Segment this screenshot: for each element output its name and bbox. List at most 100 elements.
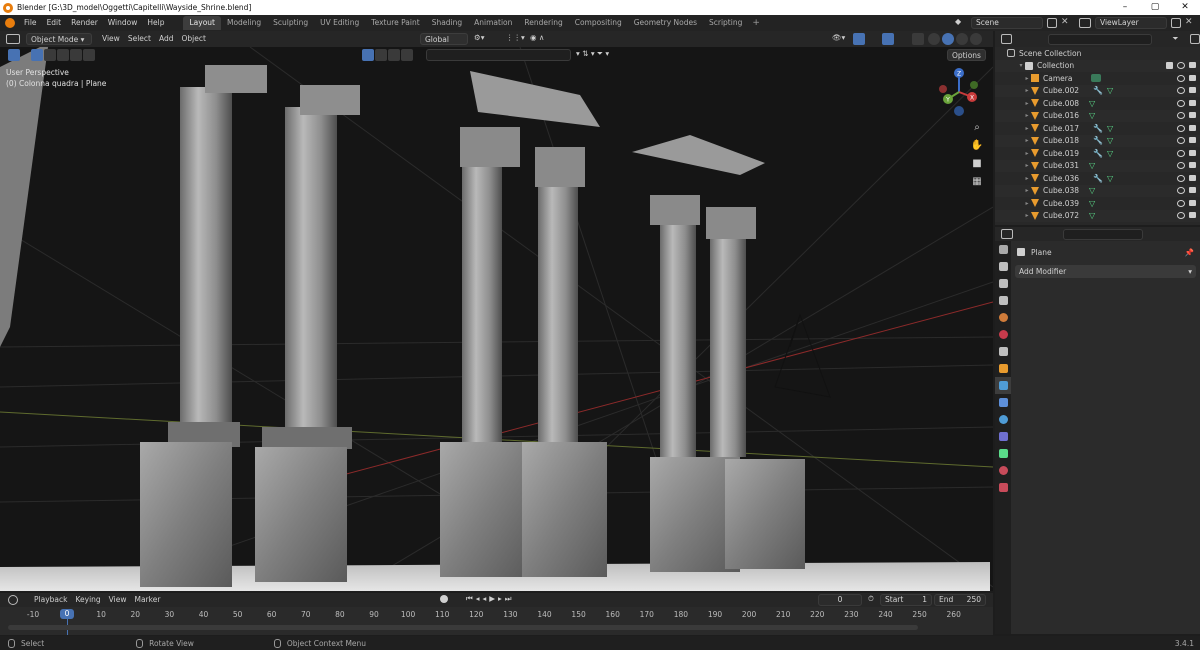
- render-camera-icon[interactable]: [1189, 174, 1196, 181]
- outliner-row[interactable]: ▸ Cube.031 ▽: [995, 159, 1200, 172]
- record-icon[interactable]: [440, 595, 448, 603]
- tab-object[interactable]: [995, 360, 1011, 377]
- render-camera-icon[interactable]: [1189, 162, 1196, 169]
- menu-edit[interactable]: Edit: [42, 15, 67, 31]
- viewport-search-input[interactable]: [426, 49, 571, 61]
- tab-modeling[interactable]: Modeling: [221, 16, 267, 30]
- tab-particles[interactable]: [995, 394, 1011, 411]
- outliner-row[interactable]: ▸ Cube.017 🔧 ▽: [995, 122, 1200, 135]
- tab-physics[interactable]: [995, 411, 1011, 428]
- transform-locations-icon[interactable]: [401, 49, 413, 61]
- eye-icon[interactable]: [1177, 62, 1185, 70]
- orientation-dropdown[interactable]: Global: [420, 33, 468, 45]
- mesh-data-icon[interactable]: ▽: [1107, 136, 1113, 145]
- proportional-edit-icon[interactable]: ◉ ∧: [530, 33, 544, 42]
- mesh-data-icon[interactable]: ▽: [1089, 199, 1095, 208]
- delete-scene-icon[interactable]: ✕: [1061, 17, 1069, 27]
- eye-icon[interactable]: [1177, 74, 1185, 82]
- viewlayer-field[interactable]: ViewLayer: [1095, 17, 1167, 29]
- render-camera-icon[interactable]: [1189, 124, 1196, 131]
- new-collection-icon[interactable]: [1190, 34, 1200, 44]
- transform-origins-icon[interactable]: [375, 49, 387, 61]
- navigation-gizmo[interactable]: Z X Y: [934, 67, 984, 117]
- shading-material-icon[interactable]: [956, 33, 968, 45]
- tab-material[interactable]: [995, 462, 1011, 479]
- tab-world[interactable]: [995, 326, 1011, 343]
- outliner-row[interactable]: ▸ Cube.002 🔧 ▽: [995, 84, 1200, 97]
- properties-editor-icon[interactable]: [1001, 229, 1013, 239]
- xray-toggle-icon[interactable]: [912, 33, 924, 45]
- tab-render[interactable]: [995, 258, 1011, 275]
- gizmo-toggle-icon[interactable]: [853, 33, 865, 45]
- tab-uv-editing[interactable]: UV Editing: [314, 16, 365, 30]
- mesh-data-icon[interactable]: ▽: [1107, 149, 1113, 158]
- minimize-button[interactable]: –: [1110, 0, 1140, 15]
- mesh-data-icon[interactable]: ▽: [1089, 211, 1095, 220]
- outliner-scene-collection[interactable]: Scene Collection: [995, 47, 1200, 60]
- timeline-editor-icon[interactable]: [8, 595, 18, 605]
- outliner-collection[interactable]: ▾ Collection: [995, 59, 1200, 72]
- eye-icon[interactable]: [1177, 99, 1185, 107]
- tab-modifiers[interactable]: [995, 377, 1011, 394]
- timeline[interactable]: -10 0 10 20 30 40 50 60 70 80 90 100 110 120 130 140 150…: [0, 607, 993, 635]
- eye-icon[interactable]: [1177, 87, 1185, 95]
- modifier-icon[interactable]: 🔧: [1093, 149, 1103, 158]
- tab-shading[interactable]: Shading: [426, 16, 468, 30]
- visibility-icon[interactable]: 👁▾: [832, 33, 845, 42]
- transform-affect-icon[interactable]: [362, 49, 374, 61]
- render-camera-icon[interactable]: [1189, 212, 1196, 219]
- menu-window[interactable]: Window: [103, 15, 143, 31]
- render-camera-icon[interactable]: [1189, 149, 1196, 156]
- blender-menu-icon[interactable]: [5, 18, 15, 28]
- select-extend-icon[interactable]: [44, 49, 56, 61]
- mesh-data-icon[interactable]: ▽: [1089, 99, 1095, 108]
- outliner-filter-icon[interactable]: ⏷: [1172, 34, 1178, 44]
- mode-dropdown[interactable]: Object Mode ▾: [26, 33, 92, 45]
- expand-icon[interactable]: ▸: [1023, 200, 1031, 207]
- render-camera-icon[interactable]: [1189, 62, 1196, 69]
- tab-constraints[interactable]: [995, 428, 1011, 445]
- tab-texture[interactable]: [995, 479, 1011, 496]
- tab-output[interactable]: [995, 275, 1011, 292]
- select-box-mode-icon[interactable]: [31, 49, 43, 61]
- clock-icon[interactable]: ⏱: [868, 594, 874, 604]
- render-camera-icon[interactable]: [1189, 112, 1196, 119]
- eye-icon[interactable]: [1177, 137, 1185, 145]
- eye-icon[interactable]: [1177, 187, 1185, 195]
- modifier-icon[interactable]: 🔧: [1093, 136, 1103, 145]
- eye-icon[interactable]: [1177, 149, 1185, 157]
- outliner-row[interactable]: ▸ Camera: [995, 72, 1200, 85]
- overlay-toggle-icon[interactable]: [882, 33, 894, 45]
- select-intersect-icon[interactable]: [83, 49, 95, 61]
- delete-viewlayer-icon[interactable]: ✕: [1185, 17, 1193, 27]
- menu-render[interactable]: Render: [66, 15, 103, 31]
- timeline-scrollbar[interactable]: [8, 625, 918, 630]
- select-subtract-icon[interactable]: [57, 49, 69, 61]
- menu-object[interactable]: Object: [177, 33, 209, 45]
- render-camera-icon[interactable]: [1189, 99, 1196, 106]
- expand-icon[interactable]: ▸: [1023, 187, 1031, 194]
- select-invert-icon[interactable]: [70, 49, 82, 61]
- mesh-data-icon[interactable]: ▽: [1107, 124, 1113, 133]
- zoom-view-icon[interactable]: ⌕: [970, 121, 984, 135]
- expand-icon[interactable]: ▸: [1023, 175, 1031, 182]
- pivot-icon[interactable]: ⚙▾: [474, 33, 485, 42]
- maximize-button[interactable]: ▢: [1140, 0, 1170, 15]
- expand-icon[interactable]: ▸: [1023, 100, 1031, 107]
- tab-rendering[interactable]: Rendering: [518, 16, 568, 30]
- expand-icon[interactable]: ▾: [1017, 62, 1025, 69]
- current-frame-field[interactable]: 0: [818, 594, 862, 606]
- transform-parents-icon[interactable]: [388, 49, 400, 61]
- menu-marker[interactable]: Marker: [130, 594, 164, 606]
- expand-icon[interactable]: ▸: [1023, 125, 1031, 132]
- new-scene-icon[interactable]: [1047, 18, 1057, 28]
- outliner-row[interactable]: ▸ Cube.018 🔧 ▽: [995, 134, 1200, 147]
- 3d-viewport[interactable]: ▾ ⇅ ▾ ⏷ ▾ Options User Perspective (0) C…: [0, 47, 993, 591]
- expand-icon[interactable]: ▸: [1023, 75, 1031, 82]
- outliner-row[interactable]: ▸ Cube.008 ▽: [995, 97, 1200, 110]
- playhead[interactable]: 0: [60, 609, 74, 619]
- select-tool-icon[interactable]: [8, 49, 20, 61]
- new-viewlayer-icon[interactable]: [1171, 18, 1181, 28]
- expand-icon[interactable]: ▸: [1023, 150, 1031, 157]
- scene-icon[interactable]: ◆: [955, 17, 969, 29]
